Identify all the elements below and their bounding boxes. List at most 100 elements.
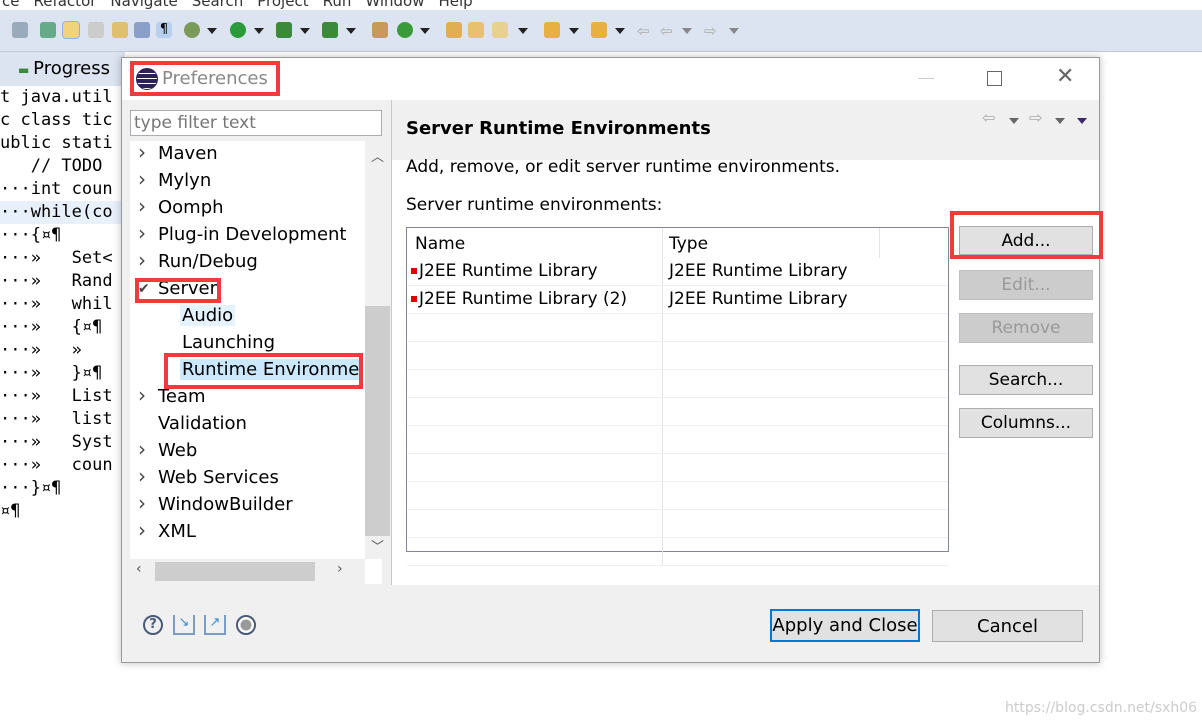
close-button[interactable]: ✕ [1056,64,1074,89]
menu-navigate[interactable]: Navigate [110,0,177,10]
filter-input[interactable] [130,110,382,136]
external-tools-icon[interactable] [322,22,338,38]
tree-item[interactable]: Plug-in Development [158,224,347,245]
menu-search[interactable]: Search [192,0,244,10]
tree-item[interactable]: Web [158,440,197,461]
cancel-button[interactable]: Cancel [932,610,1083,642]
menu-window[interactable]: Window [365,0,424,10]
last-edit-icon[interactable]: ⇦ [637,22,653,40]
menu-run[interactable]: Run [323,0,352,10]
block-selection-icon[interactable] [88,22,104,38]
column-divider [662,398,663,425]
tree-item[interactable]: Validation [158,413,247,434]
column-divider [662,342,663,369]
highlight-icon[interactable] [62,21,80,39]
runtime-type: J2EE Runtime Library [669,261,848,281]
next-annotation-icon[interactable] [544,22,560,38]
code-editor[interactable]: t java.util c class tic ublic stati // TOD… [0,86,125,523]
maximize-button[interactable] [987,71,1002,86]
table-header: Name Type [407,228,948,258]
debug-icon[interactable] [184,22,200,38]
show-whitespace-icon[interactable]: ¶ [156,22,172,38]
expand-icon[interactable]: › [138,248,146,272]
expand-icon[interactable]: › [138,491,146,515]
progress-tab[interactable]: ▬ Progress [18,58,110,79]
chevron-down-icon[interactable] [729,28,739,34]
new-class-icon[interactable] [397,22,413,38]
import-icon[interactable]: ↘ [173,615,195,635]
minimize-button[interactable] [918,78,934,79]
menu-source[interactable]: ce [2,0,19,10]
chevron-down-icon[interactable] [615,28,625,34]
search-icon[interactable] [492,22,508,38]
search-button[interactable]: Search... [959,365,1093,395]
tree-item[interactable]: XML [158,521,196,542]
export-icon[interactable]: ↗ [204,615,226,635]
tree-item[interactable]: Launching [182,332,275,353]
table-row[interactable]: J2EE Runtime Library J2EE Runtime Library [407,258,948,286]
open-type-icon[interactable] [446,22,462,38]
chevron-down-icon[interactable] [1009,118,1019,124]
open-task-icon[interactable] [468,22,484,38]
scroll-up-icon[interactable]: ︿ [371,146,384,165]
chevron-down-icon[interactable] [254,28,264,34]
columns-button[interactable]: Columns... [959,408,1093,438]
expand-icon[interactable]: › [138,221,146,245]
chevron-down-icon[interactable] [207,28,217,34]
record-icon[interactable] [236,615,256,635]
tree-item[interactable]: Run/Debug [158,251,258,272]
forward-icon[interactable]: ⇨ [704,22,720,40]
tree-item[interactable]: Audio [180,305,236,326]
menu-project[interactable]: Project [257,0,308,10]
chevron-down-icon[interactable] [1055,118,1065,124]
chevron-down-icon[interactable] [518,28,528,34]
coverage-icon[interactable] [276,22,292,38]
scroll-down-icon[interactable]: ﹀ [371,536,384,555]
expand-icon[interactable]: › [138,518,146,542]
menu-help[interactable]: Help [439,0,473,10]
expand-icon[interactable]: › [138,383,146,407]
column-header-name[interactable]: Name [415,234,465,254]
menu-refactor[interactable]: Refactor [33,0,96,10]
tree-item[interactable]: Web Services [158,467,279,488]
previous-annotation-icon[interactable] [591,22,607,38]
remove-button[interactable]: Remove [959,313,1093,343]
horizontal-scroll-thumb[interactable] [155,562,315,581]
scroll-right-icon[interactable]: › [337,561,343,577]
expand-icon[interactable]: › [138,437,146,461]
expand-icon[interactable]: › [138,167,146,191]
expand-icon[interactable]: › [138,140,146,164]
run-icon[interactable] [230,22,246,38]
tree-item[interactable]: Oomph [158,197,224,218]
mark-occurrences-icon[interactable] [40,22,56,38]
column-header-type[interactable]: Type [669,234,708,254]
help-icon[interactable]: ? [143,615,163,635]
expand-icon[interactable]: › [138,464,146,488]
tree-item[interactable]: Team [158,386,206,407]
edit-button[interactable]: Edit... [959,270,1093,300]
forward-icon[interactable]: ⇨ [1029,108,1042,127]
back-icon[interactable]: ⇦ [982,108,995,127]
apply-and-close-button[interactable]: Apply and Close [770,609,920,642]
column-divider [662,538,663,565]
chevron-down-icon[interactable] [420,28,430,34]
chevron-down-icon[interactable] [682,28,692,34]
code-line: ···» » [0,340,82,360]
chevron-down-icon[interactable] [300,28,310,34]
tree-item[interactable]: WindowBuilder [158,494,293,515]
vertical-scroll-thumb[interactable] [365,306,390,536]
toggle-breakpoint-icon[interactable] [12,22,28,38]
code-line: ¤¶ [0,501,21,521]
chevron-down-icon[interactable] [346,28,356,34]
table-row[interactable]: J2EE Runtime Library (2) J2EE Runtime Lib… [407,286,948,314]
next-annotation-icon[interactable] [112,22,128,38]
tree-item[interactable]: Maven [158,143,218,164]
expand-icon[interactable]: › [138,194,146,218]
back-icon[interactable]: ⇦ [660,22,676,40]
chevron-down-icon[interactable] [569,28,579,34]
tree-item[interactable]: Mylyn [158,170,211,191]
word-wrap-icon[interactable] [134,22,150,38]
view-menu-icon[interactable] [1077,118,1087,124]
scroll-left-icon[interactable]: ‹ [136,561,142,577]
new-package-icon[interactable] [372,22,388,38]
